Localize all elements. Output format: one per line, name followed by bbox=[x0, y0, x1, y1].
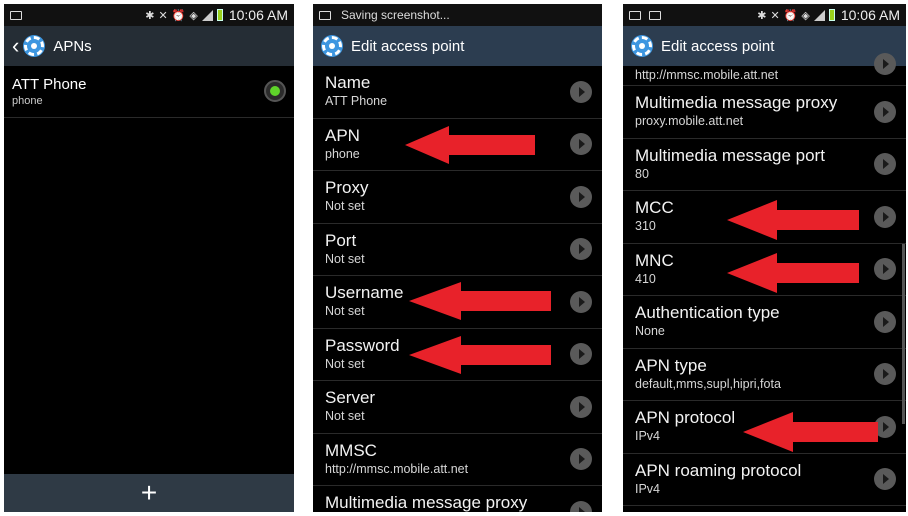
annotation-arrow-mcc bbox=[727, 200, 862, 240]
field-apn-type[interactable]: APN type default,mms,supl,hipri,fota bbox=[623, 349, 906, 401]
field-label: Port bbox=[325, 230, 357, 250]
mute-icon: ✕ bbox=[770, 9, 780, 22]
field-value: None bbox=[635, 324, 665, 338]
settings-gear-icon bbox=[631, 35, 653, 57]
field-label: APN roaming protocol bbox=[635, 460, 802, 480]
screenshot-icon bbox=[319, 10, 331, 20]
field-authentication-type[interactable]: Authentication type None bbox=[623, 296, 906, 349]
status-time: 10:06 AM bbox=[228, 7, 288, 23]
field-multimedia-message-port[interactable]: Multimedia message port 80 bbox=[623, 139, 906, 191]
page-title: APNs bbox=[53, 37, 92, 55]
annotation-arrow-password bbox=[409, 336, 554, 374]
field-proxy[interactable]: Proxy Not set bbox=[313, 171, 602, 224]
bluetooth-icon: ✱ bbox=[145, 9, 155, 22]
page-title: Edit access point bbox=[351, 37, 465, 55]
action-bar: Edit access point bbox=[313, 26, 602, 66]
screenshot-icon bbox=[629, 10, 641, 20]
status-bar: ✱ ✕ ⏰ ◈ 10:06 AM bbox=[623, 4, 906, 26]
field-mmsc-partial[interactable]: http://mmsc.mobile.att.net bbox=[623, 53, 906, 86]
battery-icon bbox=[828, 9, 835, 21]
alarm-icon: ⏰ bbox=[783, 9, 798, 22]
annotation-arrow-mnc bbox=[727, 253, 862, 293]
field-multimedia-message-proxy[interactable]: Multimedia message proxy proxy.mobile.att… bbox=[623, 86, 906, 139]
field-label: APN type bbox=[635, 355, 707, 375]
apn-name: ATT Phone bbox=[12, 76, 87, 93]
back-icon[interactable]: ‹ bbox=[12, 35, 19, 57]
battery-icon bbox=[216, 9, 223, 21]
chevron-right-icon bbox=[570, 185, 592, 208]
apn-list: ATT Phone phone bbox=[4, 66, 294, 512]
chevron-right-icon bbox=[570, 395, 592, 418]
field-value: Not set bbox=[325, 199, 365, 213]
field-value: default,mms,supl,hipri,fota bbox=[635, 376, 781, 391]
signal-icon bbox=[201, 9, 213, 21]
mail-icon bbox=[649, 10, 661, 20]
field-value: Not set bbox=[325, 409, 365, 423]
field-label: Multimedia message proxy bbox=[325, 493, 528, 512]
status-notification: Saving screenshot... bbox=[341, 8, 450, 22]
settings-gear-icon bbox=[23, 35, 46, 57]
add-apn-button[interactable]: + bbox=[4, 474, 294, 512]
status-bar: Saving screenshot... bbox=[313, 4, 602, 26]
settings-gear-icon bbox=[321, 35, 343, 57]
chevron-right-icon bbox=[570, 290, 592, 313]
field-label: Name bbox=[325, 73, 371, 92]
edit-access-point-screen-2: ✱ ✕ ⏰ ◈ 10:06 AM Edit access point http:… bbox=[623, 4, 906, 512]
alarm-icon: ⏰ bbox=[171, 9, 186, 22]
field-label: Authentication type bbox=[635, 303, 780, 322]
field-value: 80 bbox=[635, 166, 649, 181]
field-port[interactable]: Port Not set bbox=[313, 224, 602, 276]
field-label: Proxy bbox=[325, 178, 369, 197]
field-mmsc[interactable]: MMSC http://mmsc.mobile.att.net bbox=[313, 434, 602, 486]
field-name[interactable]: Name ATT Phone bbox=[313, 66, 602, 119]
field-server[interactable]: Server Not set bbox=[313, 381, 602, 434]
chevron-right-icon bbox=[874, 205, 896, 228]
action-bar: ‹ APNs bbox=[4, 26, 294, 66]
network-4g-icon: ◈ bbox=[189, 9, 198, 22]
annotation-arrow-apn-protocol bbox=[743, 412, 883, 452]
chevron-right-icon bbox=[874, 53, 896, 75]
bluetooth-icon: ✱ bbox=[757, 9, 767, 22]
field-apn-roaming-protocol[interactable]: APN roaming protocol IPv4 bbox=[623, 454, 906, 506]
edit-access-point-screen-1: Saving screenshot... Edit access point N… bbox=[313, 4, 602, 512]
apns-screen: ✱ ✕ ⏰ ◈ 10:06 AM ‹ APNs ATT Phone phone … bbox=[4, 4, 294, 512]
chevron-right-icon bbox=[874, 100, 896, 123]
chevron-right-icon bbox=[874, 310, 896, 333]
field-label: MMSC bbox=[325, 440, 377, 460]
field-value: http://mmsc.mobile.att.net bbox=[325, 461, 469, 476]
annotation-arrow-apn bbox=[405, 126, 540, 164]
field-label: Server bbox=[325, 388, 376, 407]
field-value: proxy.mobile.att.net bbox=[635, 114, 744, 128]
add-icon: + bbox=[140, 477, 158, 508]
scrollbar[interactable] bbox=[902, 244, 905, 424]
field-value: http://mmsc.mobile.att.net bbox=[635, 68, 779, 82]
signal-icon bbox=[813, 9, 825, 21]
field-value: ATT Phone bbox=[325, 94, 388, 108]
mail-icon bbox=[10, 10, 22, 20]
page-title: Edit access point bbox=[661, 37, 775, 55]
status-bar: ✱ ✕ ⏰ ◈ 10:06 AM bbox=[4, 4, 294, 26]
field-value: Not set bbox=[325, 251, 365, 266]
field-value: IPv4 bbox=[635, 481, 661, 496]
apn-selected-radio[interactable] bbox=[264, 80, 286, 102]
field-label: Multimedia message proxy bbox=[635, 93, 838, 112]
action-bar: Edit access point bbox=[623, 26, 906, 66]
field-label: Multimedia message port bbox=[635, 145, 825, 165]
field-multimedia-message-proxy[interactable]: Multimedia message proxy bbox=[313, 486, 602, 512]
status-time: 10:06 AM bbox=[840, 7, 900, 23]
annotation-arrow-username bbox=[409, 282, 554, 320]
apn-item-att-phone[interactable]: ATT Phone phone bbox=[4, 66, 294, 118]
network-4g-icon: ◈ bbox=[801, 9, 810, 22]
chevron-right-icon bbox=[570, 80, 592, 103]
apn-value: phone bbox=[12, 95, 43, 107]
mute-icon: ✕ bbox=[158, 9, 168, 22]
